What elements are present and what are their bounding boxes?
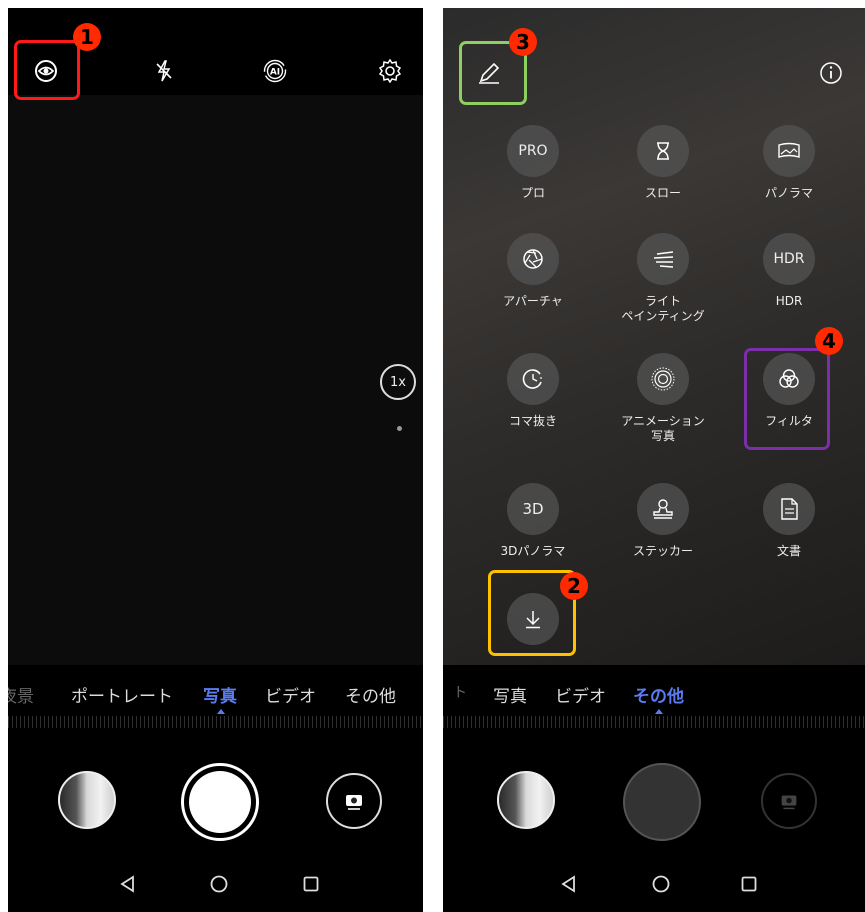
home-icon[interactable]: [207, 872, 231, 896]
home-icon[interactable]: [649, 872, 673, 896]
mode-more[interactable]: その他: [633, 682, 684, 707]
shutter-button-disabled[interactable]: [623, 763, 701, 841]
sticker-icon: [653, 499, 673, 519]
tile-label: パノラマ: [764, 186, 813, 200]
info-icon[interactable]: [818, 60, 844, 86]
svg-text:AI: AI: [270, 68, 280, 78]
mode-selector: 夜景 ポートレート 写真 ビデオ その他: [8, 665, 423, 763]
3d-icon: 3D: [522, 500, 544, 518]
hourglass-icon: [657, 142, 669, 160]
mode-tile-document[interactable]: 文書: [744, 483, 834, 559]
right-camera-screen: PRO プロ スロー パノラマ アパーチャ ライト ペインティング HDR HD…: [443, 8, 865, 912]
annotation-badge-1: 1: [73, 23, 101, 51]
pro-icon: PRO: [518, 143, 548, 159]
light-streak-icon: [653, 251, 674, 268]
zoom-indicator-dot: [397, 426, 402, 431]
gear-icon[interactable]: [377, 58, 403, 84]
tile-label: スロー: [644, 186, 681, 200]
mode-video[interactable]: ビデオ: [265, 682, 316, 707]
zoom-button[interactable]: 1x: [380, 364, 416, 400]
document-icon: [781, 498, 798, 520]
back-icon[interactable]: [116, 872, 140, 896]
tile-label: アニメーション 写真: [621, 414, 705, 443]
recents-icon[interactable]: [299, 872, 323, 896]
aperture-icon: [523, 249, 543, 269]
tile-label: アパーチャ: [503, 294, 563, 308]
mode-tile-pro[interactable]: PRO プロ: [488, 125, 578, 201]
tile-label: ライト ペインティング: [621, 294, 705, 323]
mode-tile-timelapse[interactable]: コマ抜き: [488, 353, 578, 429]
shutter-bar: [443, 763, 865, 858]
mode-video[interactable]: ビデオ: [555, 682, 606, 707]
camera-switch-button[interactable]: [326, 773, 382, 829]
annotation-badge-3: 3: [509, 28, 537, 56]
highlight-box-1: [14, 40, 80, 100]
tile-label: HDR: [775, 294, 803, 308]
tile-label: ステッカー: [632, 544, 693, 558]
mode-tile-hdr[interactable]: HDR HDR: [744, 233, 834, 309]
camera-switch-icon: [781, 795, 797, 810]
mode-photo[interactable]: 写真: [203, 682, 237, 707]
active-mode-caret: [655, 709, 663, 714]
viewfinder[interactable]: [8, 95, 423, 665]
mode-tile-slow[interactable]: スロー: [618, 125, 708, 201]
mode-portrait[interactable]: ポートレート: [71, 682, 173, 707]
mode-tile-aperture[interactable]: アパーチャ: [488, 233, 578, 309]
panorama-icon: [778, 142, 800, 158]
hdr-icon: HDR: [773, 251, 805, 267]
system-nav-bar: [443, 858, 865, 912]
mode-selector: ト 写真 ビデオ その他: [443, 665, 865, 763]
tile-label: 文書: [776, 544, 801, 558]
system-nav-bar: [8, 858, 423, 912]
mode-tile-light-painting[interactable]: ライト ペインティング: [618, 233, 708, 324]
mode-prev-partial[interactable]: ト: [453, 682, 467, 702]
back-icon[interactable]: [557, 872, 581, 896]
tile-label: コマ抜き: [508, 414, 557, 428]
mode-more[interactable]: その他: [345, 682, 396, 707]
tile-label: プロ: [520, 186, 545, 200]
mode-tile-sticker[interactable]: ステッカー: [618, 483, 708, 559]
tile-label: 3Dパノラマ: [500, 544, 566, 558]
mode-night[interactable]: 夜景: [8, 682, 34, 707]
mode-ruler: [443, 716, 865, 728]
mode-tile-3d-panorama[interactable]: 3D 3Dパノラマ: [488, 483, 578, 559]
viewfinder-blurred: [443, 8, 865, 665]
active-mode-caret: [217, 709, 225, 714]
mode-ruler: [8, 716, 423, 728]
flash-off-icon[interactable]: [151, 58, 177, 84]
mode-photo[interactable]: 写真: [493, 682, 527, 707]
annotation-badge-4: 4: [815, 327, 843, 355]
gallery-thumbnail[interactable]: [497, 771, 555, 829]
mode-tile-animated-photo[interactable]: アニメーション 写真: [618, 353, 708, 444]
recents-icon[interactable]: [737, 872, 761, 896]
highlight-box-4: [744, 348, 830, 450]
mode-tile-panorama[interactable]: パノラマ: [744, 125, 834, 201]
camera-switch-icon: [346, 795, 362, 810]
ai-icon[interactable]: AI: [262, 58, 288, 84]
gallery-thumbnail[interactable]: [58, 771, 116, 829]
camera-switch-button[interactable]: [761, 773, 817, 829]
timelapse-icon: [522, 369, 542, 389]
annotation-badge-2: 2: [560, 572, 588, 600]
shutter-bar: [8, 763, 423, 858]
shutter-button[interactable]: [181, 763, 259, 841]
left-camera-screen: AI 1x 夜景 ポートレート 写真 ビデオ その他: [8, 8, 423, 912]
animated-photo-icon: [651, 367, 675, 391]
